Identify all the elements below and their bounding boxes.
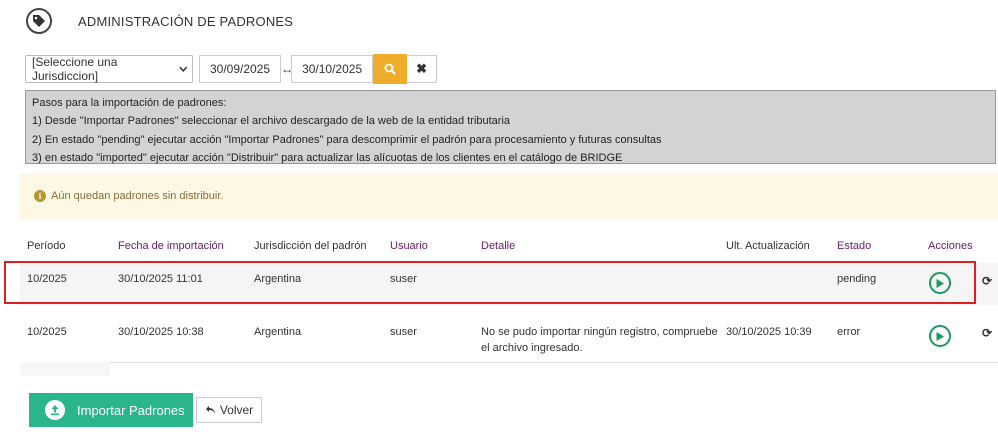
col-header-usuario[interactable]: Usuario — [390, 240, 428, 252]
upload-icon — [45, 400, 65, 420]
step-item: 1) Desde "Importar Padrones" seleccionar… — [32, 115, 511, 128]
cell-fecha: 30/10/2025 10:38 — [118, 326, 204, 338]
back-button[interactable]: Volver — [196, 397, 262, 423]
search-button[interactable] — [373, 54, 408, 84]
import-steps-box: Pasos para la importación de padrones: 1… — [25, 90, 996, 164]
cell-estado: error — [837, 326, 861, 338]
page-header: ADMINISTRACIÓN DE PADRONES — [26, 6, 293, 36]
filter-bar: [Seleccione una Jurisdiccion] 30/09/2025… — [25, 54, 438, 84]
warning-text: Aún quedan padrones sin distribuir. — [51, 190, 224, 202]
play-icon — [936, 331, 944, 341]
import-padrones-button[interactable]: Importar Padrones — [29, 393, 193, 427]
page-title: ADMINISTRACIÓN DE PADRONES — [78, 13, 294, 29]
refresh-icon[interactable]: ⟳ — [982, 274, 992, 288]
play-button[interactable] — [929, 325, 951, 347]
step-item: 2) En estado "pending" ejecutar acción "… — [32, 133, 662, 146]
cell-detalle: No se pudo importar ningún registro, com… — [481, 326, 718, 338]
jurisdiction-select[interactable]: [Seleccione una Jurisdiccion] — [25, 55, 193, 83]
back-label: Volver — [219, 403, 254, 417]
date-from-input[interactable]: 30/09/2025 — [199, 55, 282, 83]
cell-periodo: 10/2025 — [27, 326, 67, 338]
jurisdiction-select-value: [Seleccione una Jurisdiccion] — [32, 55, 118, 83]
col-header-fecha-importacion[interactable]: Fecha de importación — [118, 240, 224, 252]
col-header-estado[interactable]: Estado — [837, 240, 871, 252]
steps-title: Pasos para la importación de padrones: — [32, 97, 227, 109]
cell-estado: pending — [837, 273, 877, 285]
step-item: 3) en estado "imported" ejecutar acción … — [32, 151, 623, 164]
play-button[interactable] — [929, 272, 951, 294]
close-icon: ✖ — [416, 61, 428, 76]
play-icon — [936, 278, 944, 288]
date-range-separator: ↔ — [281, 62, 294, 76]
refresh-icon[interactable]: ⟳ — [982, 326, 992, 340]
cell-detalle-line-2: el archivo ingresado. — [481, 342, 583, 354]
date-to-input[interactable]: 30/10/2025 — [291, 55, 374, 83]
reply-icon — [205, 406, 215, 414]
search-icon — [384, 63, 396, 75]
table-footer-strip — [20, 362, 110, 376]
cell-periodo: 10/2025 — [27, 273, 67, 285]
cell-jurisdiccion: Argentina — [254, 273, 302, 285]
tag-icon — [26, 8, 52, 34]
clear-button[interactable]: ✖ — [407, 55, 438, 83]
cell-fecha: 30/10/2025 11:01 — [118, 273, 203, 285]
cell-jurisdiccion: Argentina — [254, 326, 302, 338]
cell-ult-actualizacion: 30/10/2025 10:39 — [726, 326, 812, 338]
col-header-detalle[interactable]: Detalle — [481, 240, 515, 252]
info-icon: i — [34, 190, 46, 202]
col-header-ult-actualizacion: Ult. Actualización — [726, 240, 810, 252]
col-header-acciones: Acciones — [928, 240, 973, 252]
col-header-periodo: Período — [27, 240, 66, 252]
cell-usuario: suser — [390, 273, 417, 285]
col-header-jurisdiccion: Jurisdicción del padrón — [254, 240, 367, 252]
warning-alert: i Aún quedan padrones sin distribuir. — [20, 173, 998, 219]
import-padrones-label: Importar Padrones — [77, 402, 185, 418]
chevron-down-icon — [179, 66, 188, 72]
cell-usuario: suser — [390, 326, 417, 338]
